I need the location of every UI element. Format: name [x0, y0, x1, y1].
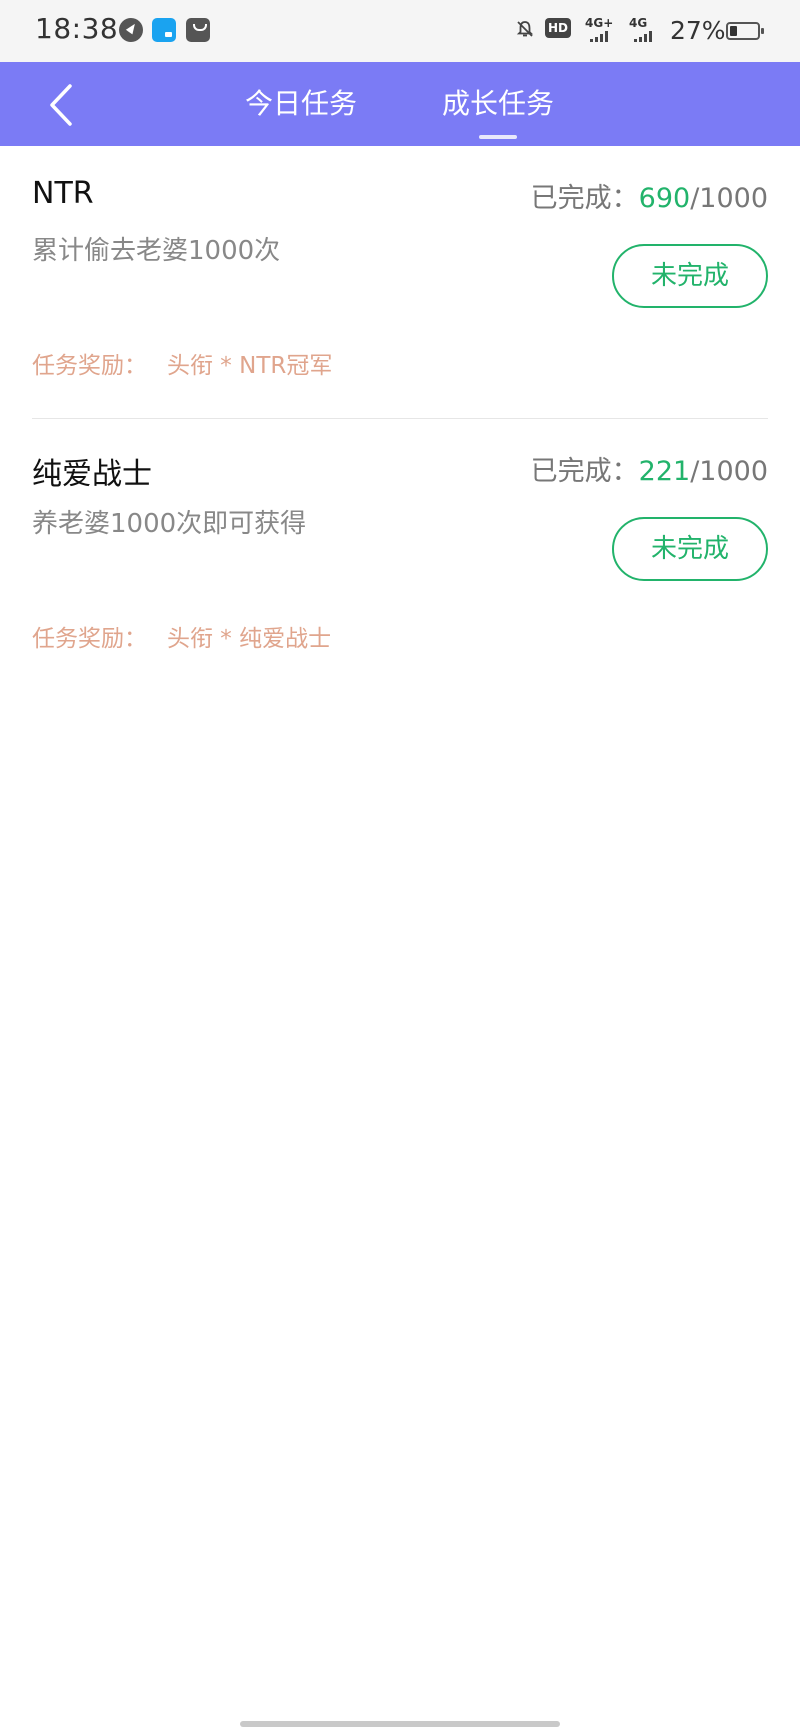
network-label: 4G+ [585, 16, 614, 30]
header-bar: 今日任务 成长任务 [0, 62, 800, 146]
task-description: 累计偷去老婆1000次 [32, 236, 281, 266]
battery-icon [726, 22, 764, 40]
reward-label: 任务奖励： [32, 626, 147, 652]
compass-icon [119, 18, 143, 42]
progress-current: 221 [638, 456, 691, 487]
signal-icon-2 [634, 30, 652, 42]
hd-badge: HD [545, 18, 572, 38]
task-card: 纯爱战士 养老婆1000次即可获得 已完成：221/1000 未完成 任务奖励：… [32, 418, 768, 691]
reward-label: 任务奖励： [32, 353, 147, 379]
task-title: NTR [32, 176, 94, 211]
battery-percent: 27% [670, 16, 726, 45]
signal-icon [590, 30, 608, 42]
task-title: 纯爱战士 [32, 457, 152, 492]
reward-value: 头衔 * NTR冠军 [167, 353, 333, 379]
incomplete-button[interactable]: 未完成 [612, 517, 768, 581]
back-button[interactable] [40, 76, 92, 132]
reward-value: 头衔 * 纯爱战士 [167, 626, 332, 652]
progress-total: /1000 [690, 183, 768, 214]
bag-icon [186, 18, 210, 42]
network-label-2: 4G [629, 16, 648, 30]
progress-label: 已完成： [530, 456, 639, 487]
task-progress: 已完成：221/1000 [531, 449, 768, 488]
task-reward: 任务奖励： 头衔 * NTR冠军 [32, 346, 332, 380]
progress-label: 已完成： [530, 183, 639, 214]
chevron-left-icon [50, 84, 72, 126]
task-list: NTR 累计偷去老婆1000次 已完成：690/1000 未完成 任务奖励： 头衔… [0, 146, 800, 691]
home-indicator[interactable] [240, 1721, 560, 1727]
task-card: NTR 累计偷去老婆1000次 已完成：690/1000 未完成 任务奖励： 头衔… [0, 146, 800, 418]
tab-today[interactable]: 今日任务 [245, 82, 357, 122]
task-description: 养老婆1000次即可获得 [32, 509, 307, 539]
status-bar: 18:38 HD 4G+ 4G 27% [0, 0, 800, 62]
battery-level [730, 26, 737, 36]
app-notification-icon [152, 18, 176, 42]
tab-indicator [479, 135, 517, 139]
bell-off-icon [516, 21, 534, 37]
task-progress: 已完成：690/1000 [531, 176, 768, 215]
progress-current: 690 [638, 183, 691, 214]
progress-total: /1000 [690, 456, 768, 487]
status-time: 18:38 [35, 12, 119, 45]
task-reward: 任务奖励： 头衔 * 纯爱战士 [32, 619, 331, 653]
incomplete-button[interactable]: 未完成 [612, 244, 768, 308]
tab-growth[interactable]: 成长任务 [442, 82, 554, 122]
